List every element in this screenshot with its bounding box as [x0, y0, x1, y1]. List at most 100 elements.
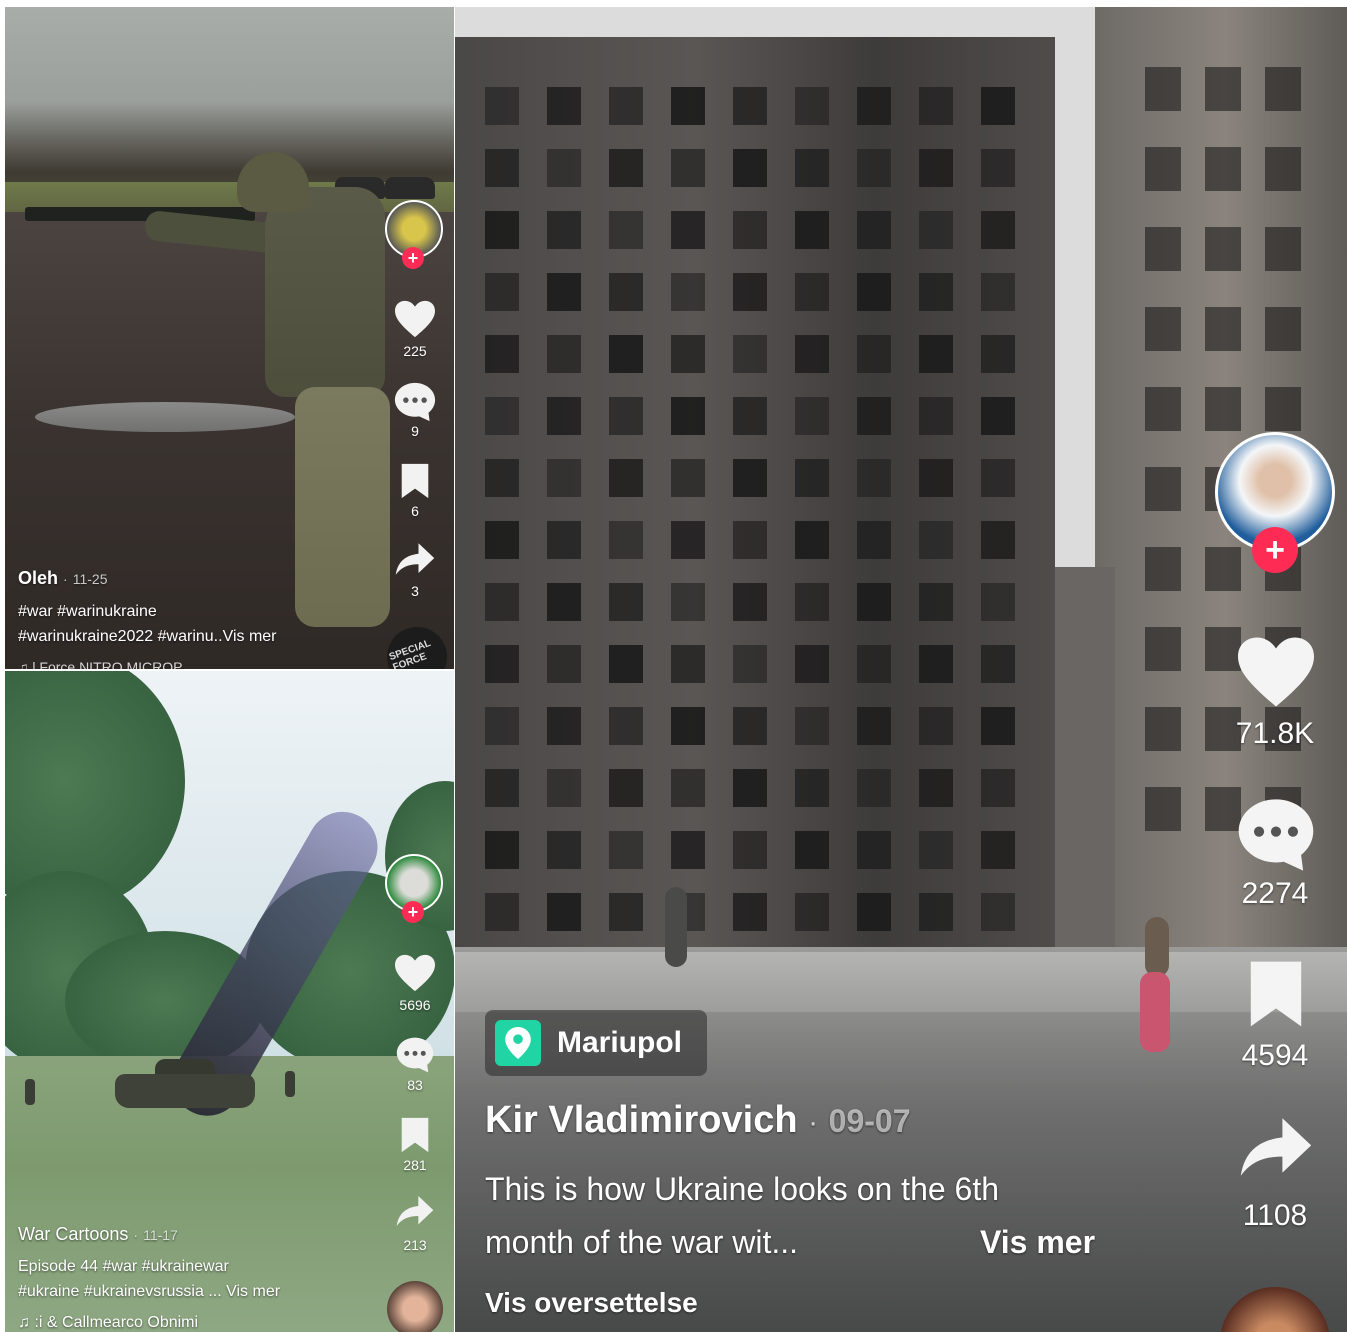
- building-window: [1265, 147, 1301, 191]
- building-window: [671, 521, 705, 559]
- building-window: [547, 273, 581, 311]
- building-window: [671, 707, 705, 745]
- like-heart-icon[interactable]: [1225, 632, 1327, 712]
- building-window: [547, 831, 581, 869]
- comment-count: 9: [411, 423, 419, 439]
- building-window: [795, 273, 829, 311]
- building-window: [547, 459, 581, 497]
- like-heart-icon[interactable]: [390, 951, 440, 995]
- building-window: [919, 769, 953, 807]
- building-window: [547, 583, 581, 621]
- building-window: [1145, 547, 1181, 591]
- building-window: [1145, 467, 1181, 511]
- building-window: [919, 707, 953, 745]
- comment-bubble-icon[interactable]: [392, 1032, 438, 1078]
- location-name: Mariupol: [557, 1026, 682, 1059]
- building-window: [919, 149, 953, 187]
- building-window: [1145, 707, 1181, 751]
- building-window: [1145, 787, 1181, 831]
- building-window: [671, 831, 705, 869]
- building-window: [485, 583, 519, 621]
- see-more-link[interactable]: Vis mer: [980, 1224, 1095, 1261]
- caption-line-2[interactable]: #ukraine #ukrainevsrussia ... Vis mer: [18, 1283, 280, 1301]
- share-arrow-icon[interactable]: [392, 1189, 438, 1233]
- building-window: [857, 893, 891, 931]
- music-disc[interactable]: [387, 1281, 443, 1332]
- building-window: [919, 87, 953, 125]
- building-window: [857, 645, 891, 683]
- building-window: [547, 87, 581, 125]
- caption-line-2[interactable]: #warinukraine2022 #warinu..Vis mer: [18, 628, 277, 646]
- building-window: [981, 87, 1015, 125]
- share-arrow-icon[interactable]: [392, 537, 438, 581]
- building-window: [919, 645, 953, 683]
- follow-plus-icon[interactable]: +: [402, 901, 424, 923]
- building-window: [485, 893, 519, 931]
- username[interactable]: War Cartoons · 11-17: [18, 1224, 178, 1245]
- video-panel-kir-vladimirovich[interactable]: + 71.8K 2274 4594 1108 Mariupol Kir Vlad…: [455, 7, 1347, 1332]
- building-window: [671, 211, 705, 249]
- building-window: [547, 521, 581, 559]
- building-window: [795, 645, 829, 683]
- building-window: [857, 149, 891, 187]
- bookmark-icon[interactable]: [395, 460, 435, 502]
- username[interactable]: Kir Vladimirovich · 09-07: [485, 1099, 911, 1142]
- video-panel-oleh[interactable]: + 225 9 6 3 Oleh · 11-25 #war #warinukra…: [5, 7, 454, 669]
- building-window: [671, 645, 705, 683]
- building-window: [795, 521, 829, 559]
- share-count: 1108: [1242, 1199, 1308, 1232]
- building-window: [981, 583, 1015, 621]
- building-window: [733, 211, 767, 249]
- follow-plus-icon[interactable]: +: [1252, 527, 1298, 573]
- like-heart-icon[interactable]: [390, 297, 440, 341]
- building-window: [485, 707, 519, 745]
- bookmark-icon[interactable]: [395, 1114, 435, 1156]
- username[interactable]: Oleh · 11-25: [18, 568, 108, 589]
- building-window: [795, 831, 829, 869]
- music-title[interactable]: ♫ l Force NITRO MICROP: [18, 659, 183, 669]
- translate-link[interactable]: Vis oversettelse: [485, 1287, 698, 1319]
- location-tag[interactable]: Mariupol: [485, 1010, 707, 1076]
- caption-line-1: #war #warinukraine: [18, 603, 157, 620]
- building-window: [671, 149, 705, 187]
- save-count: 281: [403, 1157, 427, 1173]
- building-window: [981, 769, 1015, 807]
- comment-bubble-icon[interactable]: [392, 379, 438, 425]
- comment-bubble-icon[interactable]: [1230, 792, 1322, 878]
- building-window: [733, 521, 767, 559]
- building-window: [857, 459, 891, 497]
- music-title[interactable]: ♫ :i & Callmearco Obnimi: [18, 1314, 198, 1332]
- building-window: [981, 645, 1015, 683]
- building-window: [609, 769, 643, 807]
- building-window: [733, 707, 767, 745]
- building-window: [919, 335, 953, 373]
- building-window: [609, 583, 643, 621]
- building-window: [609, 645, 643, 683]
- video-panel-war-cartoons[interactable]: + 5696 83 281 213 War Cartoons · 11-17 E…: [5, 671, 454, 1332]
- building-window: [671, 273, 705, 311]
- building-window: [609, 335, 643, 373]
- building-window: [609, 397, 643, 435]
- like-count: 5696: [399, 997, 431, 1013]
- building-window: [609, 831, 643, 869]
- building-window: [609, 149, 643, 187]
- building-window: [733, 87, 767, 125]
- building-window: [795, 583, 829, 621]
- building-window: [981, 459, 1015, 497]
- building-window: [795, 397, 829, 435]
- share-arrow-icon[interactable]: [1233, 1112, 1319, 1182]
- building-window: [733, 583, 767, 621]
- building-window: [547, 769, 581, 807]
- building-window: [1265, 227, 1301, 271]
- caption-line-1: This is how Ukraine looks on the 6th: [485, 1171, 1000, 1207]
- follow-plus-icon[interactable]: +: [402, 247, 424, 269]
- building-window: [795, 211, 829, 249]
- building-window: [795, 87, 829, 125]
- building-window: [671, 769, 705, 807]
- bookmark-icon[interactable]: [1240, 957, 1312, 1031]
- building-window: [857, 397, 891, 435]
- building-window: [547, 335, 581, 373]
- building-window: [485, 521, 519, 559]
- building-window: [981, 211, 1015, 249]
- building-window: [919, 893, 953, 931]
